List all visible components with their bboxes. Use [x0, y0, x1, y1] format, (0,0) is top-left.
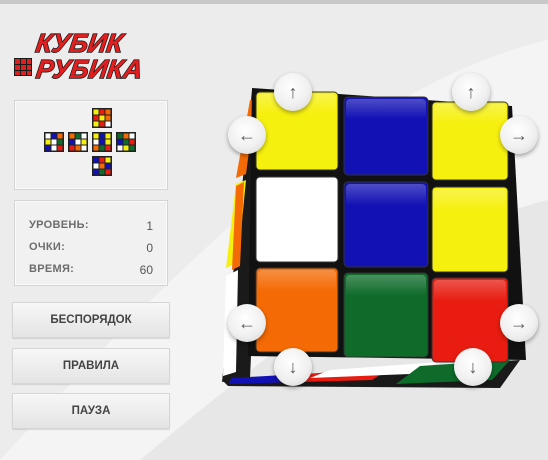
- rotate-right-top-arrow[interactable]: →: [500, 116, 538, 154]
- cube-front-sticker: [255, 267, 339, 353]
- rotate-left-bottom-arrow[interactable]: ←: [228, 304, 266, 342]
- rubik-cube[interactable]: [0, 0, 548, 460]
- cube-front-sticker: [343, 181, 429, 268]
- rotate-down-right-arrow[interactable]: ↓: [454, 348, 492, 386]
- rotate-up-right-arrow[interactable]: ↑: [452, 73, 490, 111]
- cube-front-sticker: [343, 96, 429, 176]
- cube-front-sticker: [431, 101, 509, 181]
- rotate-up-left-arrow[interactable]: ↑: [274, 73, 312, 111]
- cube-front-sticker: [255, 176, 339, 263]
- rotate-left-top-arrow[interactable]: ←: [228, 116, 266, 154]
- rotate-down-left-arrow[interactable]: ↓: [274, 348, 312, 386]
- cube-front-sticker: [431, 186, 509, 273]
- cube-front-sticker: [343, 272, 429, 358]
- rotate-right-bottom-arrow[interactable]: →: [500, 304, 538, 342]
